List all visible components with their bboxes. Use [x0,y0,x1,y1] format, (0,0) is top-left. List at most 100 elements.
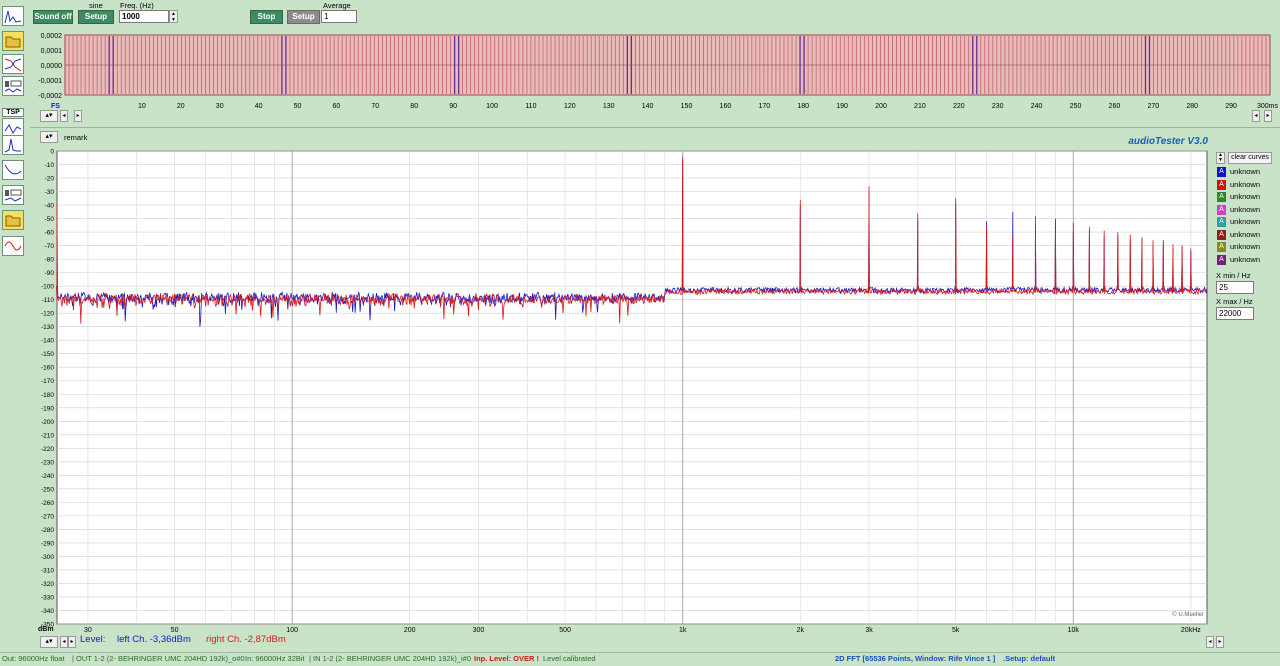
setup-analyzer-button[interactable]: Setup [287,10,320,24]
scope-x-tick: 230 [992,103,1004,110]
legend-color-swatch[interactable]: A [1217,167,1226,178]
fft-y-tick: -160 [41,365,54,372]
legend-curve-name: unknown [1230,204,1261,214]
fft-y-tick: 0 [50,149,54,156]
scope-y-tick: 0,0001 [41,48,63,55]
fft-y-tick: -310 [41,567,54,574]
fft-y-tick: -40 [45,203,55,210]
fft-y-tick: -230 [41,459,54,466]
level-label: Level: [80,634,106,645]
legend-item-8[interactable]: Aunknown [1217,255,1260,266]
fft-y-tick: -190 [41,405,54,412]
scope-x-tick: 50 [294,103,302,110]
scope-x-tick: 240 [1031,103,1043,110]
stop-button[interactable]: Stop [250,10,283,24]
status-input-over: Inp. Level: OVER ! [474,654,540,663]
fft-y-tick: -220 [41,446,54,453]
fft-y-tick: -200 [41,419,54,426]
scope-y-tick: -0,0002 [38,93,62,100]
fft-y-zoom-spinner[interactable]: ▴▾ [40,131,58,143]
fft-y-tick: -10 [45,162,55,169]
fft-y-tick: -320 [41,581,54,588]
scope-x-tick: 260 [1109,103,1121,110]
credit-text: © U.Mueller [1172,611,1204,618]
scope-x-tick: 30 [216,103,224,110]
fft-y-tick: -150 [41,351,54,358]
setup-generator-button[interactable]: Setup [78,10,114,24]
fft-y-tick: -110 [41,297,54,304]
fft-x-tick: 1k [679,627,687,634]
fft-y-tick: -210 [41,432,54,439]
legend-item-2[interactable]: Aunknown [1217,180,1260,191]
legend-item-7[interactable]: Aunknown [1217,242,1260,253]
legend-curve-name: unknown [1230,254,1261,264]
fft-x-tick: 500 [559,627,571,634]
legend-color-swatch[interactable]: A [1217,217,1226,228]
fft-y-tick: -180 [41,392,54,399]
fft-scroll-right[interactable]: ▸ [68,636,76,648]
scope-x-tick: 210 [914,103,926,110]
legend-item-1[interactable]: Aunknown [1217,167,1260,178]
scope-x-end: 300ms [1257,103,1279,110]
fft-y-tick: -260 [41,500,54,507]
fft-x-right[interactable]: ▸ [1216,636,1224,648]
fft-y-tick: -20 [45,176,55,183]
scope-x-axis: FS 10 20 30 40 50 60 70 80 90 100 110 120 130 140 150 16… [51,103,1278,110]
scope-x-tick: 140 [642,103,654,110]
xmax-input[interactable]: 22000 [1216,307,1254,320]
fft-y-tick: -170 [41,378,54,385]
legend-color-swatch[interactable]: A [1217,204,1226,215]
fft-x-tick: 200 [404,627,416,634]
legend-item-4[interactable]: Aunknown [1217,205,1260,216]
average-label: Average [323,1,351,10]
legend-item-3[interactable]: Aunknown [1217,192,1260,203]
status-calibrated: Level calibrated [543,654,596,663]
xmin-input[interactable]: 25 [1216,281,1254,294]
scope-x-tick: 220 [953,103,965,110]
scope-x-tick: 110 [525,103,536,110]
fft-x-left[interactable]: ◂ [1206,636,1214,648]
frequency-spinner[interactable]: ▲ ▼ [169,10,178,23]
xmax-label: X max / Hz [1216,297,1253,306]
fft-y-tick: -130 [41,324,54,331]
scope-scroll-left[interactable]: ◂ [60,110,68,122]
legend-item-6[interactable]: Aunknown [1217,230,1260,241]
status-input-device: | IN 1-2 (2- BEHRINGER UMC 204HD 192k)_i… [309,654,471,663]
legend-color-swatch[interactable]: A [1217,192,1226,203]
scope-x-tick: 40 [255,103,263,110]
scope-y-zoom-spinner[interactable]: ▴▾ [40,110,58,122]
scope-x-tick: 280 [1186,103,1198,110]
legend-color-swatch[interactable]: A [1217,254,1226,265]
status-output: Out: 96000Hz float [2,654,65,663]
fft-x-tick: 10k [1068,627,1080,634]
legend-color-swatch[interactable]: A [1217,242,1226,253]
sound-off-button[interactable]: Sound off [33,10,73,24]
scope-time-right[interactable]: ▸ [1264,110,1272,122]
scope-x-tick: 90 [449,103,457,110]
clear-curves-button[interactable]: clear curves [1228,152,1272,164]
frequency-label: Freq. (Hz) [120,1,154,10]
scope-x-tick: 180 [797,103,809,110]
fft-x-tick: 100 [286,627,298,634]
scope-y-tick: -0,0001 [38,78,62,85]
fft-x-zoom-spinner[interactable]: ▴▾ [40,636,58,648]
scope-time-left[interactable]: ◂ [1252,110,1260,122]
average-input[interactable]: 1 [321,10,357,23]
frequency-input[interactable]: 1000 [119,10,169,23]
fft-x-tick: 50 [171,627,179,634]
fft-scroll-left[interactable]: ◂ [60,636,68,648]
legend-color-swatch[interactable]: A [1217,229,1226,240]
legend-spinner[interactable]: ▲ ▼ [1216,152,1225,164]
scope-trace-lines [64,36,1270,94]
fft-x-tick: 5k [952,627,960,634]
scope-x-tick: 80 [410,103,418,110]
legend-item-5[interactable]: Aunknown [1217,217,1260,228]
legend-color-swatch[interactable]: A [1217,179,1226,190]
fft-plot-area [56,150,1208,625]
legend-curve-name: unknown [1230,192,1261,201]
scope-x-tick: 160 [720,103,732,110]
scope-scroll-right[interactable]: ▸ [74,110,82,122]
xmin-label: X min / Hz [1216,271,1251,280]
status-output-device: | OUT 1-2 (2- BEHRINGER UMC 204HD 192k)_… [72,654,245,663]
spectrum-view-icon[interactable] [2,6,24,26]
